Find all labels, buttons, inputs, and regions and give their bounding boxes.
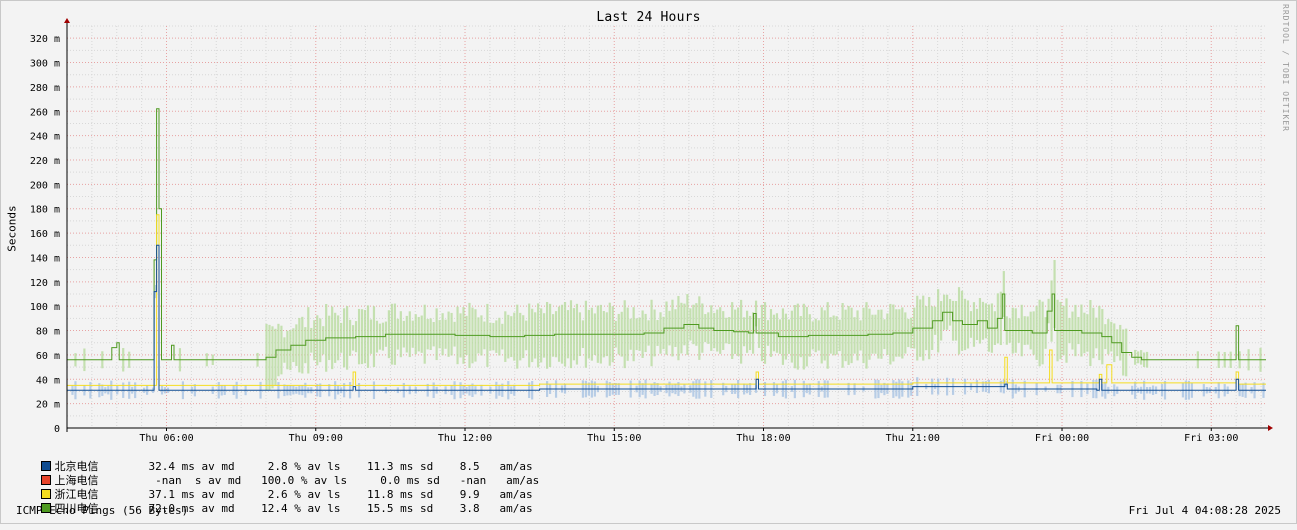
footer-description: ICMP Echo Pings (56 Bytes) <box>16 504 189 517</box>
footer-timestamp: Fri Jul 4 04:08:28 2025 <box>1128 504 1281 517</box>
y-tick-label: 160 m <box>30 229 60 240</box>
axes <box>64 18 1273 432</box>
x-tick-label: Thu 15:00 <box>587 433 641 444</box>
x-tick-label: Fri 03:00 <box>1184 433 1238 444</box>
y-tick-label: 60 m <box>36 351 60 362</box>
y-tick-label: 280 m <box>30 83 60 94</box>
y-tick-label: 240 m <box>30 132 60 143</box>
legend-item: 四川电信 72.0 ms av md 12.4 % av ls 15.5 ms s… <box>14 488 539 515</box>
y-tick-label: 140 m <box>30 253 60 264</box>
y-tick-label: 40 m <box>36 375 60 386</box>
chart-title: Last 24 Hours <box>596 10 701 25</box>
y-tick-label: 80 m <box>36 327 60 338</box>
x-tick-labels: Thu 06:00 Thu 09:00 Thu 12:00 Thu 15:00 Thu … <box>139 433 1238 444</box>
minor-grid <box>66 25 1266 428</box>
major-grid <box>67 26 1266 428</box>
x-axis-arrow <box>1268 425 1273 431</box>
y-axis-label: Seconds <box>5 205 19 252</box>
y-tick-label: 120 m <box>30 278 60 289</box>
x-tick-label: Thu 21:00 <box>886 433 940 444</box>
y-tick-label: 0 <box>54 424 60 435</box>
legend: 北京电信 32.4 ms av md 2.8 % av ls 11.3 ms sd… <box>14 446 539 515</box>
x-tick-label: Thu 18:00 <box>736 433 790 444</box>
y-tick-label: 320 m <box>30 34 60 45</box>
y-tick-label: 220 m <box>30 156 60 167</box>
x-tick-label: Fri 00:00 <box>1035 433 1089 444</box>
y-tick-label: 300 m <box>30 59 60 70</box>
y-tick-label: 260 m <box>30 107 60 118</box>
y-tick-labels: 0 20 m 40 m 60 m 80 m 100 m 120 m 140 m 160 m 180… <box>30 34 60 435</box>
legend-stats: 72.0 ms av md 12.4 % av ls 15.5 ms sd 3.… <box>148 502 533 515</box>
legend-item: 北京电信 32.4 ms av md 2.8 % av ls 11.3 ms sd… <box>14 446 539 473</box>
legend-item: 浙江电信 37.1 ms av md 2.6 % av ls 11.8 ms sd… <box>14 474 539 501</box>
y-tick-label: 20 m <box>36 400 60 411</box>
x-tick-label: Thu 06:00 <box>139 433 193 444</box>
x-tick-label: Thu 12:00 <box>438 433 492 444</box>
y-tick-label: 180 m <box>30 205 60 216</box>
legend-item: 上海电信 -nan s av md 100.0 % av ls 0.0 ms s… <box>14 460 539 487</box>
x-tick-label: Thu 09:00 <box>289 433 343 444</box>
y-tick-label: 100 m <box>30 302 60 313</box>
rrdtool-watermark: RRDTOOL / TOBI OETIKER <box>1281 4 1290 132</box>
y-tick-label: 200 m <box>30 180 60 191</box>
